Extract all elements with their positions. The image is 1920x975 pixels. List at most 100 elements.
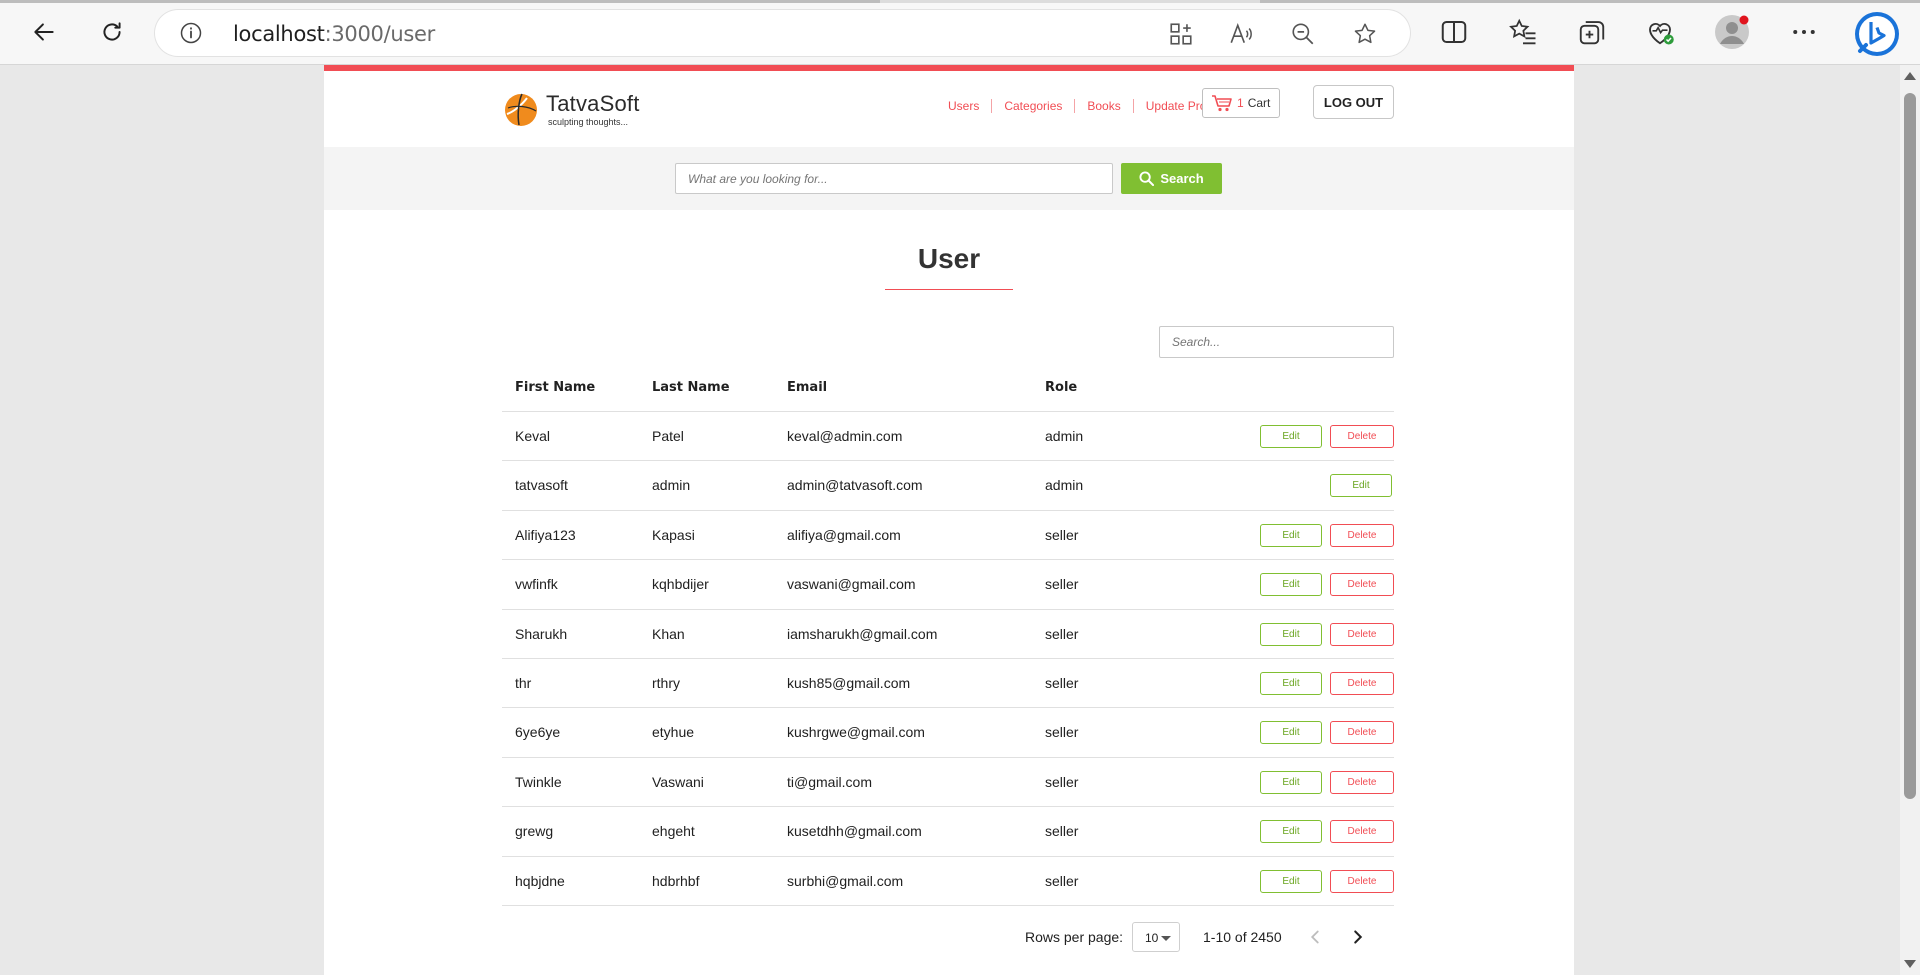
cell-email: kush85@gmail.com: [787, 675, 911, 691]
cell-last-name: Khan: [652, 625, 685, 642]
chevron-left-icon[interactable]: [1304, 926, 1326, 948]
url-text[interactable]: localhost:3000/user: [233, 22, 435, 46]
table-row: vwfinfk kqhbdijer vaswani@gmail.com sell…: [502, 560, 1394, 610]
rows-per-page-select[interactable]: 10: [1132, 922, 1180, 952]
cell-email: kushrgwe@gmail.com: [787, 724, 925, 741]
tab-indicator: [1260, 0, 1920, 3]
cell-email: ti@gmail.com: [787, 773, 873, 790]
chevron-down-icon: [1161, 936, 1171, 941]
delete-button[interactable]: Delete: [1330, 622, 1394, 646]
table-row: hqbjdne hdbrhbf surbhi@gmail.com seller …: [502, 857, 1394, 906]
table-row: tatvasoft admin admin@tatvasoft.com admi…: [502, 461, 1394, 511]
edit-button[interactable]: Edit: [1260, 523, 1322, 547]
copilot-button[interactable]: [1852, 9, 1902, 59]
logout-button[interactable]: LOG OUT: [1313, 85, 1394, 119]
cart-button[interactable]: 1 Cart: [1202, 88, 1280, 118]
table-row: thr rthry kush85@gmail.com seller Edit D…: [502, 659, 1394, 709]
cell-role: seller: [1045, 724, 1079, 741]
more-options-icon[interactable]: [1789, 17, 1819, 47]
collections-icon[interactable]: [1577, 17, 1607, 47]
cell-role: seller: [1045, 625, 1079, 642]
favorites-icon[interactable]: [1508, 17, 1538, 47]
edit-button[interactable]: Edit: [1260, 869, 1322, 893]
read-aloud-icon[interactable]: [1228, 21, 1254, 47]
cell-last-name: etyhue: [652, 724, 695, 741]
table-pagination: Rows per page: 10 1-10 of 2450: [502, 922, 1394, 952]
scrollbar-thumb[interactable]: [1904, 93, 1916, 799]
delete-button[interactable]: Delete: [1330, 523, 1394, 547]
edit-button[interactable]: Edit: [1260, 622, 1322, 646]
table-header: First Name Last Name Email Role: [502, 357, 1394, 412]
nav-link-users[interactable]: Users: [936, 99, 993, 113]
browser-toolbar: localhost:3000/user: [0, 0, 1920, 65]
cell-first-name: Alifiya123: [515, 526, 576, 543]
delete-button[interactable]: Delete: [1330, 820, 1394, 844]
edit-button[interactable]: Edit: [1260, 721, 1322, 745]
profile-avatar[interactable]: [1714, 14, 1750, 50]
page: TatvaSoft sculpting thoughts... Users Ca…: [324, 65, 1574, 975]
cell-role: seller: [1045, 872, 1079, 889]
nav-link-categories[interactable]: Categories: [992, 99, 1076, 113]
delete-button[interactable]: Delete: [1330, 573, 1394, 597]
edit-button[interactable]: Edit: [1260, 425, 1322, 448]
delete-button[interactable]: Delete: [1330, 770, 1394, 794]
logo-tagline: sculpting thoughts...: [548, 117, 629, 127]
table-search-input[interactable]: [1159, 326, 1394, 358]
column-header-email: Email: [787, 380, 828, 395]
column-header-first-name: First Name: [515, 380, 596, 395]
cell-last-name: rthry: [652, 675, 680, 691]
address-bar[interactable]: localhost:3000/user: [155, 10, 1410, 56]
cell-email: iamsharukh@gmail.com: [787, 625, 938, 642]
delete-button[interactable]: Delete: [1330, 672, 1394, 695]
cell-role: admin: [1045, 428, 1084, 444]
cell-email: alifiya@gmail.com: [787, 526, 901, 543]
cell-email: admin@tatvasoft.com: [787, 477, 923, 494]
cell-first-name: vwfinfk: [515, 576, 558, 593]
cell-first-name: Keval: [515, 428, 551, 444]
table-row: grewg ehgeht kusetdhh@gmail.com seller E…: [502, 807, 1394, 857]
cart-label: Cart: [1247, 96, 1271, 110]
edit-button[interactable]: Edit: [1260, 573, 1322, 597]
scroll-up-icon[interactable]: [1904, 72, 1916, 80]
edit-button[interactable]: Edit: [1260, 820, 1322, 844]
cell-role: seller: [1045, 823, 1079, 840]
page-scrollbar[interactable]: [1900, 65, 1920, 975]
table-row: Twinkle Vaswani ti@gmail.com seller Edit…: [502, 758, 1394, 808]
table-row: Sharukh Khan iamsharukh@gmail.com seller…: [502, 610, 1394, 659]
title-underline: [885, 289, 1013, 290]
reload-button[interactable]: [92, 12, 132, 52]
url-host: localhost: [233, 22, 325, 46]
star-icon[interactable]: [1352, 21, 1378, 47]
delete-button[interactable]: Delete: [1330, 721, 1394, 745]
cell-email: keval@admin.com: [787, 428, 903, 444]
search-band: Search: [324, 147, 1574, 210]
cell-first-name: Twinkle: [515, 773, 562, 790]
info-icon[interactable]: [179, 21, 203, 45]
site-search-input[interactable]: [675, 163, 1113, 194]
tab-strip-edge: [0, 0, 1920, 3]
search-button[interactable]: Search: [1121, 163, 1222, 194]
back-button[interactable]: [24, 12, 64, 52]
browser-essentials-icon[interactable]: [1645, 17, 1675, 47]
tatvasoft-logo-icon: [505, 93, 537, 126]
split-screen-icon[interactable]: [1439, 17, 1469, 47]
zoom-out-icon[interactable]: [1290, 21, 1316, 47]
edit-button[interactable]: Edit: [1260, 672, 1322, 695]
cell-first-name: Sharukh: [515, 625, 568, 642]
scroll-down-icon[interactable]: [1904, 960, 1916, 968]
cell-email: vaswani@gmail.com: [787, 576, 916, 593]
cell-role: seller: [1045, 576, 1079, 593]
chevron-right-icon[interactable]: [1347, 926, 1369, 948]
cell-last-name: Patel: [652, 428, 684, 444]
cell-first-name: grewg: [515, 823, 554, 840]
nav-link-books[interactable]: Books: [1075, 99, 1134, 113]
rows-per-page-label: Rows per page:: [1025, 929, 1124, 945]
edit-button[interactable]: Edit: [1260, 770, 1322, 794]
cell-first-name: thr: [515, 675, 532, 691]
delete-button[interactable]: Delete: [1330, 869, 1394, 893]
delete-button[interactable]: Delete: [1330, 425, 1394, 448]
apps-icon[interactable]: [1168, 21, 1194, 47]
edit-button[interactable]: Edit: [1330, 474, 1392, 498]
cell-email: kusetdhh@gmail.com: [787, 823, 922, 840]
cell-last-name: Kapasi: [652, 526, 695, 543]
